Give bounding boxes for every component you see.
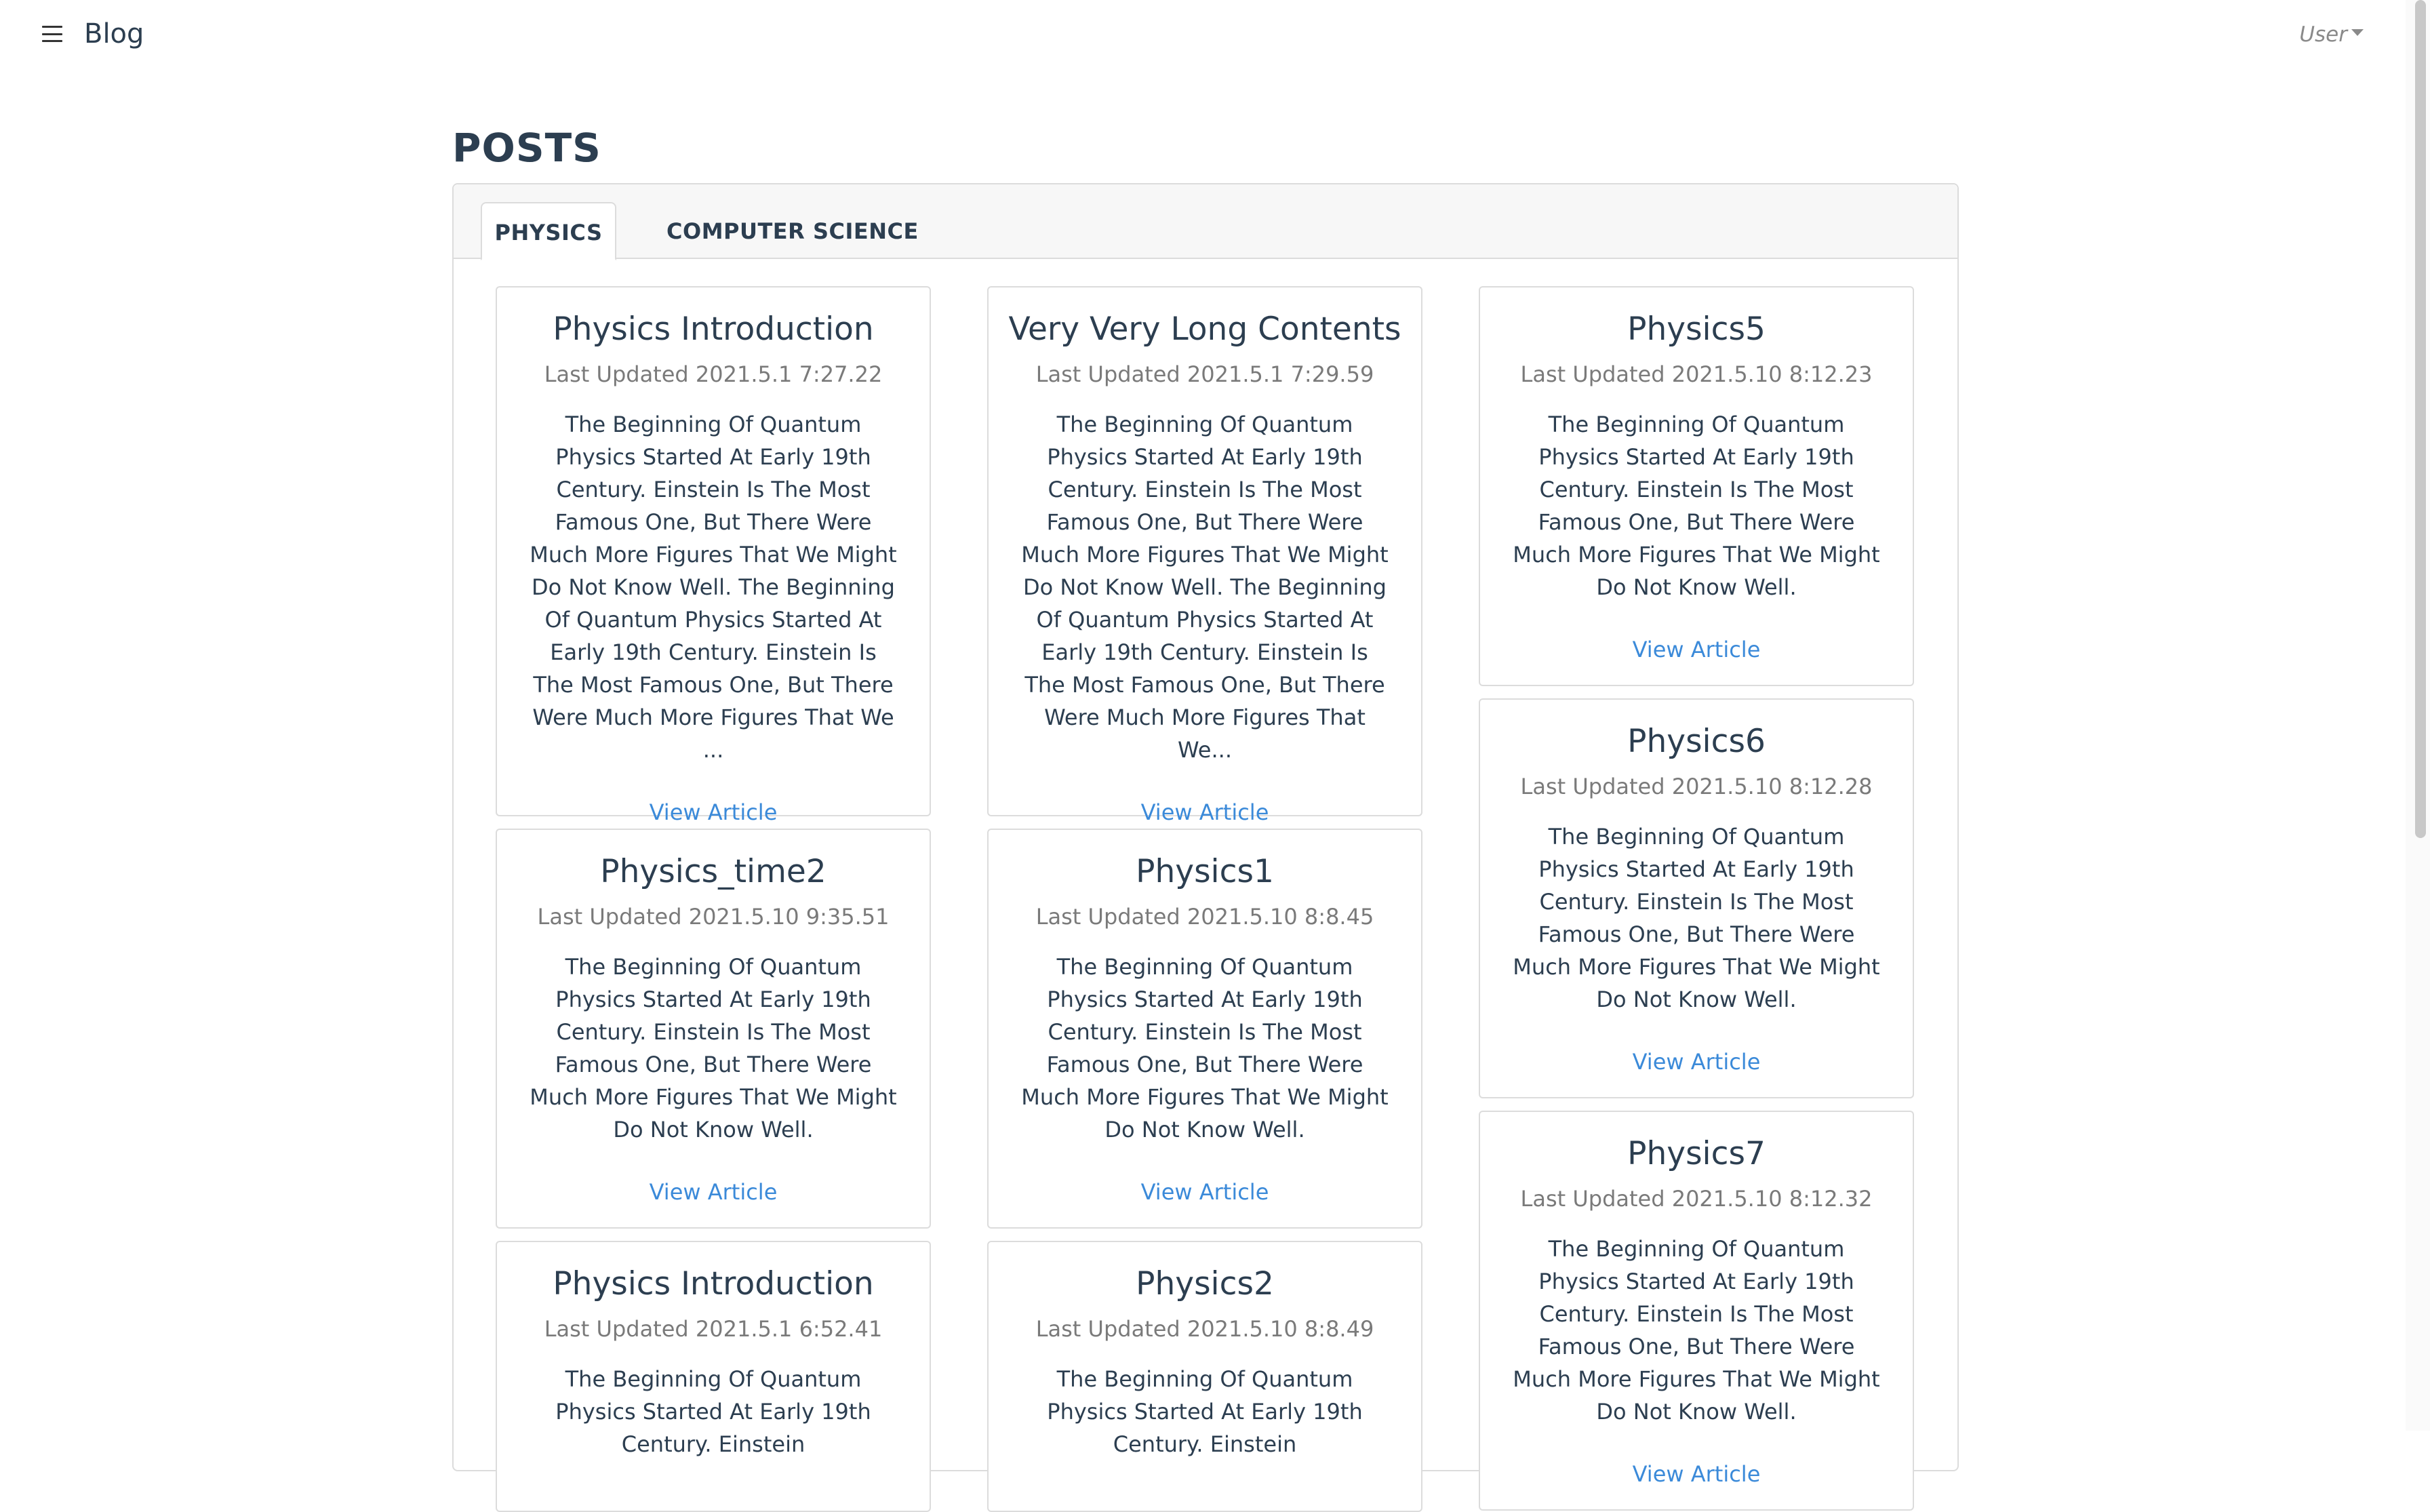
post-card: Physics1 Last Updated 2021.5.10 8:8.45 T… xyxy=(987,829,1422,1229)
hamburger-menu-icon[interactable] xyxy=(42,26,62,42)
view-article-link[interactable]: View Article xyxy=(650,797,778,827)
post-updated-date: Last Updated 2021.5.1 6:52.41 xyxy=(544,1316,883,1342)
tab-physics[interactable]: PHYSICS xyxy=(481,202,616,260)
post-title: Physics1 xyxy=(1136,853,1274,890)
user-dropdown-label: User xyxy=(2299,22,2347,47)
post-card: Physics7 Last Updated 2021.5.10 8:12.32 … xyxy=(1479,1111,1914,1511)
tab-computer-science[interactable]: COMPUTER SCIENCE xyxy=(666,202,919,260)
post-title: Physics7 xyxy=(1627,1135,1766,1172)
post-card: Physics2 Last Updated 2021.5.10 8:8.49 T… xyxy=(987,1241,1422,1512)
post-updated-date: Last Updated 2021.5.1 7:29.59 xyxy=(1035,361,1374,387)
page-title: POSTS xyxy=(452,125,601,171)
post-title: Physics5 xyxy=(1627,311,1766,348)
post-updated-date: Last Updated 2021.5.1 7:27.22 xyxy=(544,361,883,387)
post-title: Physics6 xyxy=(1627,723,1766,760)
user-dropdown[interactable]: User xyxy=(2299,20,2364,49)
post-excerpt: The Beginning Of Quantum Physics Started… xyxy=(530,412,897,763)
post-excerpt: The Beginning Of Quantum Physics Started… xyxy=(1513,824,1880,1012)
post-title: Physics2 xyxy=(1136,1265,1274,1302)
view-article-link[interactable]: View Article xyxy=(1633,1047,1761,1077)
post-title: Physics_time2 xyxy=(600,853,826,890)
post-card: Physics Introduction Last Updated 2021.5… xyxy=(496,286,931,825)
post-excerpt: The Beginning Of Quantum Physics Started… xyxy=(1513,1236,1880,1425)
post-title: Physics Introduction xyxy=(553,1265,874,1302)
post-updated-date: Last Updated 2021.5.10 8:12.23 xyxy=(1520,361,1873,387)
scrollbar-thumb[interactable] xyxy=(2415,0,2426,838)
post-card: Physics Introduction Last Updated 2021.5… xyxy=(496,1241,931,1512)
brand-link[interactable]: Blog xyxy=(84,15,144,53)
view-article-link[interactable]: View Article xyxy=(1141,1177,1269,1207)
view-article-link[interactable]: View Article xyxy=(1141,797,1269,827)
post-updated-date: Last Updated 2021.5.10 9:35.51 xyxy=(537,904,890,930)
page-scrollbar[interactable] xyxy=(2406,0,2430,1431)
view-article-link[interactable]: View Article xyxy=(1633,635,1761,664)
post-excerpt: The Beginning Of Quantum Physics Started… xyxy=(1021,954,1389,1142)
tab-bar: PHYSICS COMPUTER SCIENCE xyxy=(454,184,1957,260)
top-navbar: Blog User xyxy=(0,0,2430,69)
post-card: Physics6 Last Updated 2021.5.10 8:12.28 … xyxy=(1479,698,1914,1098)
post-updated-date: Last Updated 2021.5.10 8:8.49 xyxy=(1035,1316,1374,1342)
post-card: Physics_time2 Last Updated 2021.5.10 9:3… xyxy=(496,829,931,1229)
view-article-link[interactable]: View Article xyxy=(1633,1459,1761,1489)
post-updated-date: Last Updated 2021.5.10 8:12.32 xyxy=(1520,1186,1873,1212)
post-card: Very Very Long Contents Last Updated 202… xyxy=(987,286,1422,825)
post-updated-date: Last Updated 2021.5.10 8:8.45 xyxy=(1035,904,1374,930)
post-updated-date: Last Updated 2021.5.10 8:12.28 xyxy=(1520,774,1873,799)
post-excerpt: The Beginning Of Quantum Physics Started… xyxy=(555,1366,871,1457)
view-article-link[interactable]: View Article xyxy=(650,1177,778,1207)
caret-down-icon xyxy=(2351,29,2364,36)
post-title: Very Very Long Contents xyxy=(1008,311,1401,348)
post-title: Physics Introduction xyxy=(553,311,874,348)
post-excerpt: The Beginning Of Quantum Physics Started… xyxy=(1021,412,1389,763)
posts-panel: PHYSICS COMPUTER SCIENCE Physics Introdu… xyxy=(452,183,1959,1512)
post-excerpt: The Beginning Of Quantum Physics Started… xyxy=(1047,1366,1363,1457)
post-card: Physics5 Last Updated 2021.5.10 8:12.23 … xyxy=(1479,286,1914,686)
post-excerpt: The Beginning Of Quantum Physics Started… xyxy=(1513,412,1880,600)
post-excerpt: The Beginning Of Quantum Physics Started… xyxy=(530,954,897,1142)
